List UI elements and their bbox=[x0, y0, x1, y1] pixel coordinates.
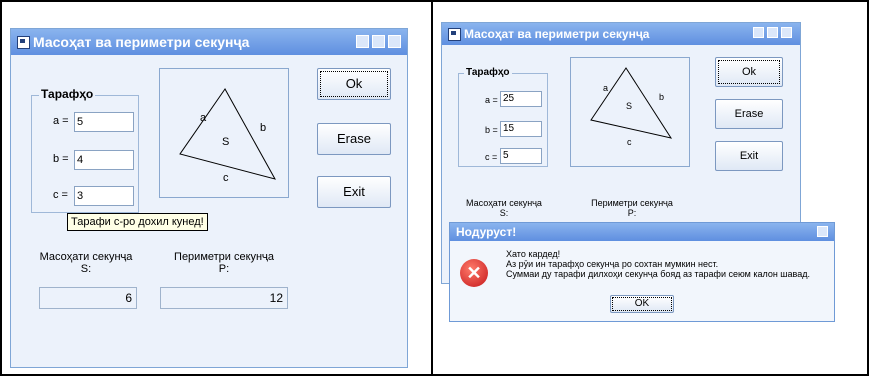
side-b-input[interactable]: 15 bbox=[500, 121, 542, 137]
area-label-title: Масоҳати секунҷа bbox=[39, 251, 133, 263]
close-icon[interactable] bbox=[781, 27, 792, 38]
side-c-label: c = bbox=[53, 189, 68, 201]
error-line-3: Суммаи ду тарафи дилхоҳи секунҷа бояд аз… bbox=[506, 269, 810, 279]
error-title-bar[interactable]: Нодуруст! bbox=[450, 223, 834, 241]
minimize-icon[interactable] bbox=[356, 35, 369, 48]
error-dialog: Нодуруст! ✕ Хато кардед! Аз рӯи ин тараф… bbox=[449, 222, 835, 322]
triangle-shape: a b c S bbox=[590, 67, 673, 147]
error-ok-button[interactable]: OK bbox=[610, 295, 674, 313]
perimeter-label: Периметри секунҷа P: bbox=[161, 251, 287, 275]
triangle-label-b: b bbox=[659, 92, 664, 102]
side-a-input[interactable]: 5 bbox=[74, 112, 134, 132]
side-a-label: a = bbox=[485, 95, 498, 105]
ok-button[interactable]: Ok bbox=[715, 57, 783, 87]
left-window-title: Масоҳат ва периметри секунҷа bbox=[33, 34, 250, 50]
erase-button[interactable]: Erase bbox=[317, 123, 391, 155]
exit-button[interactable]: Exit bbox=[317, 176, 391, 208]
left-window: Масоҳат ва периметри секунҷа Тарафҳо a =… bbox=[10, 28, 408, 368]
side-c-input[interactable]: 3 bbox=[74, 186, 134, 206]
app-icon[interactable] bbox=[17, 36, 30, 49]
validation-tooltip: Тарафи c-ро дохил кунед! bbox=[67, 213, 208, 231]
ok-button[interactable]: Ok bbox=[317, 68, 391, 100]
triangle-label-b: b bbox=[260, 122, 266, 134]
side-c-label: c = bbox=[485, 152, 498, 162]
perimeter-label-title: Периметри секунҷа bbox=[174, 251, 274, 263]
side-c-input[interactable]: 5 bbox=[500, 148, 542, 164]
right-title-bar[interactable]: Масоҳат ва периметри секунҷа bbox=[442, 23, 800, 45]
side-a-input[interactable]: 25 bbox=[500, 91, 542, 107]
perimeter-label-title: Периметри секунҷа bbox=[591, 198, 673, 208]
error-dialog-title: Нодуруст! bbox=[456, 225, 517, 239]
sides-group-label: Тарафҳо bbox=[39, 87, 96, 101]
error-line-1: Хато кардед! bbox=[506, 249, 561, 259]
triangle-label-c: c bbox=[627, 137, 632, 147]
panel-divider bbox=[431, 0, 433, 376]
maximize-icon[interactable] bbox=[767, 27, 778, 38]
app-icon[interactable] bbox=[448, 28, 461, 41]
area-label: Масоҳати секунҷа S: bbox=[454, 198, 554, 218]
side-b-label: b = bbox=[485, 125, 498, 135]
area-label-symbol: S: bbox=[499, 208, 509, 218]
triangle-label-c: c bbox=[223, 172, 229, 184]
area-output: 6 bbox=[39, 287, 137, 309]
minimize-icon[interactable] bbox=[753, 27, 764, 38]
area-label-title: Масоҳати секунҷа bbox=[466, 198, 542, 208]
exit-button[interactable]: Exit bbox=[715, 141, 783, 171]
left-title-bar[interactable]: Масоҳат ва периметри секунҷа bbox=[11, 29, 407, 55]
triangle-label-s: S bbox=[626, 101, 632, 111]
side-a-label: a = bbox=[53, 115, 69, 127]
triangle-diagram: a b c S bbox=[570, 57, 690, 167]
erase-button[interactable]: Erase bbox=[715, 99, 783, 129]
right-window-title: Масоҳат ва периметри секунҷа bbox=[464, 27, 650, 41]
perimeter-label-symbol: P: bbox=[218, 263, 230, 275]
maximize-icon[interactable] bbox=[372, 35, 385, 48]
triangle-label-a: a bbox=[603, 83, 608, 93]
close-icon[interactable] bbox=[817, 226, 828, 237]
side-b-label: b = bbox=[53, 153, 69, 165]
error-icon: ✕ bbox=[460, 259, 488, 287]
error-message: Хато кардед! Аз рӯи ин тарафҳо секунҷа р… bbox=[506, 249, 810, 279]
perimeter-label-symbol: P: bbox=[627, 208, 637, 218]
area-label-symbol: S: bbox=[80, 263, 92, 275]
perimeter-label: Периметри секунҷа P: bbox=[582, 198, 682, 218]
perimeter-output: 12 bbox=[160, 287, 288, 309]
triangle-shape: a b c S bbox=[179, 88, 277, 184]
error-line-2: Аз рӯи ин тарафҳо секунҷа ро сохтан мумк… bbox=[506, 259, 719, 269]
triangle-label-a: a bbox=[200, 112, 207, 124]
close-icon[interactable] bbox=[388, 35, 401, 48]
sides-group-label: Тарафҳо bbox=[464, 67, 512, 78]
triangle-diagram: a b c S bbox=[159, 68, 289, 198]
area-label: Масоҳати секунҷа S: bbox=[31, 251, 141, 275]
triangle-label-s: S bbox=[222, 136, 229, 148]
side-b-input[interactable]: 4 bbox=[74, 150, 134, 170]
